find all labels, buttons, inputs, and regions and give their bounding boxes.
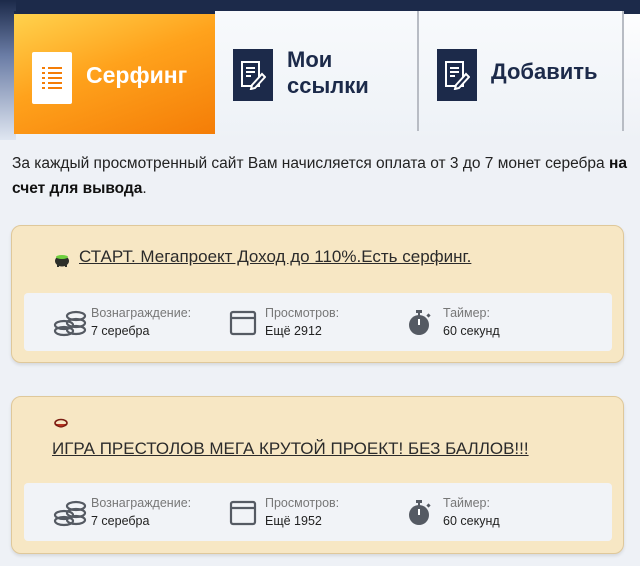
stopwatch-icon — [405, 308, 439, 338]
site-link[interactable]: ИГРА ПРЕСТОЛОВ МЕГА КРУТОЙ ПРОЕКТ! БЕЗ Б… — [52, 439, 529, 459]
list-document-icon — [32, 52, 72, 104]
views-value: Ещё 1952 — [265, 514, 322, 528]
intro-text: За каждый просмотренный сайт Вам начисля… — [12, 151, 632, 201]
coins-icon — [53, 308, 87, 338]
tab-my-links[interactable]: Мои ссылки — [215, 11, 419, 131]
tab-my-links-label: Мои ссылки — [287, 47, 369, 98]
site-card: ИГРА ПРЕСТОЛОВ МЕГА КРУТОЙ ПРОЕКТ! БЕЗ Б… — [11, 396, 624, 554]
tab-add[interactable]: Добавить — [419, 11, 624, 131]
views-label: Просмотров: — [265, 306, 340, 320]
browser-window-icon — [229, 308, 257, 338]
site-link[interactable]: СТАРТ. Мегапроект Доход до 110%.Есть сер… — [79, 247, 471, 267]
site-card: СТАРТ. Мегапроект Доход до 110%.Есть сер… — [11, 225, 624, 363]
tab-add-label: Добавить — [491, 59, 598, 84]
intro-text-main: За каждый просмотренный сайт Вам начисля… — [12, 155, 609, 172]
reward-label: Вознаграждение: — [91, 496, 192, 510]
tab-surfing[interactable]: Серфинг — [14, 11, 215, 134]
timer-stat: Таймер: 60 секунд — [405, 483, 575, 541]
cauldron-favicon-icon — [54, 252, 70, 271]
reward-stat: Вознаграждение: 7 серебра — [53, 293, 223, 351]
reward-stat: Вознаграждение: 7 серебра — [53, 483, 223, 541]
reward-value: 7 серебра — [91, 514, 150, 528]
timer-value: 60 секунд — [443, 514, 500, 528]
bowl-favicon-icon — [54, 415, 68, 434]
views-label: Просмотров: — [265, 496, 340, 510]
views-value: Ещё 2912 — [265, 324, 322, 338]
timer-stat: Таймер: 60 секунд — [405, 293, 575, 351]
timer-label: Таймер: — [443, 496, 490, 510]
timer-value: 60 секунд — [443, 324, 500, 338]
views-stat: Просмотров: Ещё 2912 — [229, 293, 399, 351]
reward-value: 7 серебра — [91, 324, 150, 338]
stopwatch-icon — [405, 498, 439, 528]
coins-icon — [53, 498, 87, 528]
views-stat: Просмотров: Ещё 1952 — [229, 483, 399, 541]
tab-surfing-label: Серфинг — [86, 62, 188, 88]
intro-text-end: . — [142, 180, 147, 197]
reward-label: Вознаграждение: — [91, 306, 192, 320]
site-stats: Вознаграждение: 7 серебра Просмотров: Ещ… — [24, 483, 612, 541]
edit-document-icon — [437, 49, 477, 101]
timer-label: Таймер: — [443, 306, 490, 320]
edit-document-icon — [233, 49, 273, 101]
site-stats: Вознаграждение: 7 серебра Просмотров: Ещ… — [24, 293, 612, 351]
browser-window-icon — [229, 498, 257, 528]
